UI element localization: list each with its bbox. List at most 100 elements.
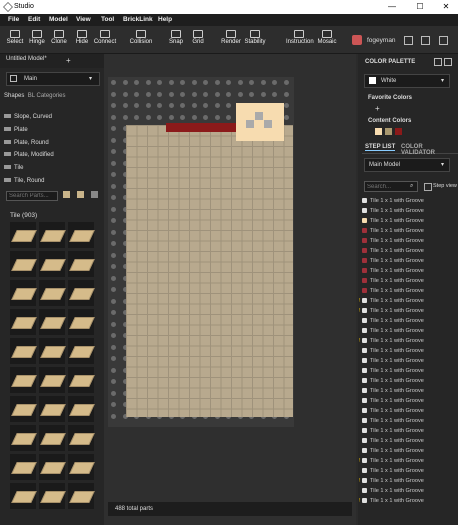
part-thumbnail[interactable] — [39, 425, 66, 451]
part-thumbnail[interactable] — [39, 338, 66, 364]
user-name[interactable]: fogeyman — [367, 37, 396, 44]
step-list-item[interactable]: Tile 1 x 1 with Groove — [362, 418, 450, 428]
step-list-item[interactable]: Tile 1 x 1 with Groove — [362, 408, 450, 418]
step-list-item[interactable]: Tile 1 x 1 with Groove — [362, 238, 450, 248]
part-thumbnail[interactable] — [68, 483, 95, 509]
step-list-item[interactable]: ! Tile 1 x 1 with Groove — [359, 338, 450, 348]
step-model-select[interactable]: Main Model ▾ — [364, 158, 450, 172]
tan-tile-cluster[interactable] — [236, 103, 284, 141]
eyedropper-icon[interactable] — [444, 58, 452, 66]
grid-tool[interactable]: Grid — [185, 30, 211, 45]
part-thumbnail[interactable] — [10, 483, 37, 509]
stability-tool[interactable]: Stability — [242, 30, 268, 45]
shape-category-item[interactable]: Tile, Round — [4, 178, 98, 190]
part-thumbnail[interactable] — [10, 251, 37, 277]
step-list-item[interactable]: Tile 1 x 1 with Groove — [362, 488, 450, 498]
minimize-button[interactable]: — — [382, 1, 402, 13]
cart-icon[interactable] — [421, 36, 430, 45]
step-list-item[interactable]: Tile 1 x 1 with Groove — [362, 468, 450, 478]
tab-untitled-model[interactable]: Untitled Model* — [6, 56, 47, 66]
gray-tile[interactable] — [246, 120, 254, 128]
step-list-item[interactable]: Tile 1 x 1 with Groove — [362, 248, 450, 258]
grid-view-icon[interactable] — [63, 191, 70, 198]
mosaic-tool[interactable]: Mosaic — [314, 30, 340, 45]
instruction-tool[interactable]: Instruction — [286, 30, 314, 45]
part-thumbnail[interactable] — [68, 280, 95, 306]
step-view-checkbox[interactable] — [424, 183, 432, 191]
maximize-button[interactable]: ☐ — [410, 1, 430, 13]
shape-category-item[interactable]: Plate, Round — [4, 140, 98, 152]
part-thumbnail[interactable] — [10, 338, 37, 364]
account-icon[interactable] — [404, 36, 413, 45]
shape-category-item[interactable]: Plate, Modified — [4, 152, 98, 164]
menu-model[interactable]: Model — [49, 16, 68, 23]
step-list-item[interactable]: ! Tile 1 x 1 with Groove — [359, 458, 450, 468]
favorite-colors-header[interactable]: Favorite Colors — [368, 95, 412, 101]
menu-file[interactable]: File — [8, 16, 19, 23]
list-view-icon[interactable] — [77, 191, 84, 198]
part-thumbnail[interactable] — [39, 367, 66, 393]
tab-step-list[interactable]: STEP LIST — [365, 144, 396, 151]
part-thumbnail[interactable] — [10, 396, 37, 422]
tab-color-validator[interactable]: COLOR VALIDATOR — [401, 144, 458, 156]
menu-tool[interactable]: Tool — [101, 16, 114, 23]
filter-icon[interactable] — [91, 191, 98, 198]
shapes-tab[interactable]: Shapes — [4, 93, 24, 99]
step-list-item[interactable]: Tile 1 x 1 with Groove — [362, 268, 450, 278]
part-thumbnail[interactable] — [68, 425, 95, 451]
step-list-item[interactable]: Tile 1 x 1 with Groove — [362, 348, 450, 358]
part-thumbnail[interactable] — [68, 309, 95, 335]
part-thumbnail[interactable] — [10, 222, 37, 248]
part-thumbnail[interactable] — [68, 367, 95, 393]
part-thumbnail[interactable] — [39, 222, 66, 248]
part-thumbnail[interactable] — [39, 454, 66, 480]
step-list-item[interactable]: Tile 1 x 1 with Groove — [362, 258, 450, 268]
color-swatch[interactable] — [395, 128, 402, 135]
part-thumbnail[interactable] — [68, 396, 95, 422]
step-list-item[interactable]: Tile 1 x 1 with Groove — [362, 358, 450, 368]
menu-help[interactable]: Help — [158, 16, 172, 23]
step-list-item[interactable]: Tile 1 x 1 with Groove — [362, 228, 450, 238]
color-swatch[interactable] — [385, 128, 392, 135]
menu-edit[interactable]: Edit — [28, 16, 40, 23]
gray-tile[interactable] — [255, 112, 263, 120]
step-list-item[interactable]: Tile 1 x 1 with Groove — [362, 288, 450, 298]
part-thumbnail[interactable] — [10, 367, 37, 393]
step-list-item[interactable]: Tile 1 x 1 with Groove — [362, 438, 450, 448]
tile-mosaic[interactable] — [126, 125, 293, 417]
step-list-item[interactable]: Tile 1 x 1 with Groove — [362, 448, 450, 458]
step-list-item[interactable]: Tile 1 x 1 with Groove — [362, 208, 450, 218]
part-thumbnail[interactable] — [68, 251, 95, 277]
step-list-item[interactable]: Tile 1 x 1 with Groove — [362, 428, 450, 438]
part-thumbnail[interactable] — [10, 280, 37, 306]
add-favorite-icon[interactable]: + — [375, 104, 380, 113]
render-tool[interactable]: Render — [218, 30, 244, 45]
model-select[interactable]: Main ▾ — [6, 72, 100, 86]
part-thumbnail[interactable] — [68, 338, 95, 364]
shape-category-item[interactable]: Plate — [4, 127, 98, 139]
step-list-item[interactable]: ! Tile 1 x 1 with Groove — [359, 308, 450, 318]
part-thumbnail[interactable] — [39, 309, 66, 335]
selected-color-select[interactable]: White ▾ — [364, 74, 450, 88]
step-list-item[interactable]: ! Tile 1 x 1 with Groove — [359, 498, 450, 508]
part-thumbnail[interactable] — [68, 222, 95, 248]
step-list-item[interactable]: Tile 1 x 1 with Groove — [362, 398, 450, 408]
menu-bricklink[interactable]: BrickLink — [123, 16, 153, 23]
collision-tool[interactable]: Collision — [128, 30, 154, 45]
part-thumbnail[interactable] — [10, 454, 37, 480]
step-list-item[interactable]: ! Tile 1 x 1 with Groove — [359, 478, 450, 488]
step-list-item[interactable]: Tile 1 x 1 with Groove — [362, 378, 450, 388]
part-thumbnail[interactable] — [39, 483, 66, 509]
step-list-item[interactable]: Tile 1 x 1 with Groove — [362, 388, 450, 398]
step-list-item[interactable]: ! Tile 1 x 1 with Groove — [359, 298, 450, 308]
search-icon[interactable]: ⌕ — [410, 183, 413, 190]
part-thumbnail[interactable] — [39, 251, 66, 277]
search-parts-input[interactable] — [6, 191, 58, 201]
content-colors-header[interactable]: Content Colors — [368, 118, 411, 124]
paint-icon[interactable] — [434, 58, 442, 66]
avatar[interactable] — [352, 35, 362, 45]
color-swatch[interactable] — [375, 128, 382, 135]
step-list-item[interactable]: Tile 1 x 1 with Groove — [362, 368, 450, 378]
part-thumbnail[interactable] — [10, 425, 37, 451]
part-thumbnail[interactable] — [39, 396, 66, 422]
